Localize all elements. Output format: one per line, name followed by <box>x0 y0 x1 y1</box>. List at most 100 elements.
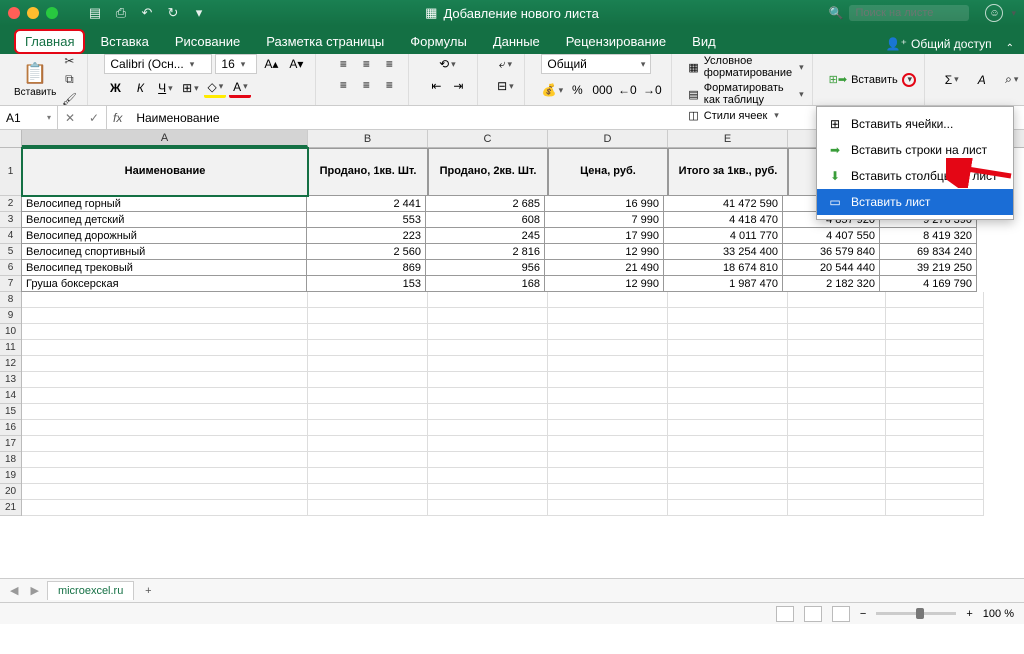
cell[interactable] <box>22 372 308 388</box>
cell[interactable] <box>428 340 548 356</box>
cell[interactable] <box>548 420 668 436</box>
row-header[interactable]: 7 <box>0 276 21 292</box>
percent-icon[interactable]: % <box>566 80 588 100</box>
decrease-font-icon[interactable]: A▾ <box>285 54 307 74</box>
number-format-select[interactable]: Общий▾ <box>541 54 651 74</box>
zoom-slider[interactable] <box>876 612 956 615</box>
cell[interactable] <box>788 420 886 436</box>
cell[interactable]: 16 990 <box>544 195 664 212</box>
cell[interactable] <box>668 420 788 436</box>
cell[interactable]: Велосипед дорожный <box>21 227 307 244</box>
cell[interactable] <box>428 404 548 420</box>
cell[interactable]: 2 560 <box>306 243 426 260</box>
cell[interactable] <box>428 436 548 452</box>
cell[interactable]: 869 <box>306 259 426 276</box>
tab-layout[interactable]: Разметка страницы <box>255 29 395 54</box>
zoom-in-icon[interactable]: + <box>966 608 972 620</box>
cell[interactable] <box>22 292 308 308</box>
comma-icon[interactable]: 000 <box>591 80 613 100</box>
customize-icon[interactable]: ▾ <box>192 6 206 20</box>
tab-view[interactable]: Вид <box>681 29 727 54</box>
cell[interactable]: 41 472 590 <box>663 195 783 212</box>
cell[interactable]: Груша боксерская <box>21 275 307 292</box>
cell[interactable]: 245 <box>425 227 545 244</box>
cell[interactable] <box>548 292 668 308</box>
cell[interactable]: 2 441 <box>306 195 426 212</box>
cell[interactable] <box>22 436 308 452</box>
row-header[interactable]: 6 <box>0 260 21 276</box>
sheet-nav-next-icon[interactable]: ▶ <box>26 584 42 597</box>
cell[interactable] <box>668 484 788 500</box>
sort-filter-icon[interactable]: А <box>971 70 993 90</box>
chevron-down-icon[interactable]: ▾ <box>1011 8 1016 19</box>
cell[interactable] <box>22 484 308 500</box>
currency-icon[interactable]: 💰▾ <box>541 80 563 100</box>
border-button[interactable]: ⊞▾ <box>179 78 201 98</box>
cell[interactable] <box>308 372 428 388</box>
cell[interactable] <box>22 452 308 468</box>
cell[interactable] <box>22 388 308 404</box>
cell[interactable]: Велосипед трековый <box>21 259 307 276</box>
insert-cells-item[interactable]: ⊞Вставить ячейки... <box>817 111 1013 137</box>
cell[interactable] <box>668 468 788 484</box>
row-header[interactable]: 11 <box>0 340 21 356</box>
cell[interactable] <box>308 324 428 340</box>
cell[interactable] <box>886 436 984 452</box>
cell[interactable]: Итого за 1кв., руб. <box>668 148 788 196</box>
cell[interactable] <box>668 292 788 308</box>
cell[interactable] <box>548 324 668 340</box>
zoom-out-icon[interactable]: − <box>860 608 866 620</box>
cell[interactable]: 223 <box>306 227 426 244</box>
col-header-e[interactable]: E <box>668 130 788 147</box>
cell[interactable] <box>668 452 788 468</box>
cancel-formula-icon[interactable]: ✕ <box>58 106 82 130</box>
add-sheet-button[interactable]: + <box>138 581 158 601</box>
cell[interactable] <box>428 484 548 500</box>
select-all-corner[interactable] <box>0 130 22 148</box>
cell[interactable] <box>886 420 984 436</box>
cell-styles-button[interactable]: ◫Стили ячеек▾ <box>688 108 778 123</box>
cell[interactable] <box>548 308 668 324</box>
close-window-button[interactable] <box>8 7 20 19</box>
view-pagebreak-icon[interactable] <box>832 606 850 622</box>
cell[interactable]: 608 <box>425 211 545 228</box>
cell[interactable]: Велосипед спортивный <box>21 243 307 260</box>
cell[interactable] <box>886 292 984 308</box>
row-header[interactable]: 10 <box>0 324 21 340</box>
cell[interactable] <box>886 452 984 468</box>
cell[interactable] <box>22 340 308 356</box>
cell[interactable] <box>22 324 308 340</box>
cell[interactable] <box>22 420 308 436</box>
undo-icon[interactable]: ↶ <box>140 6 154 20</box>
row-header[interactable]: 14 <box>0 388 21 404</box>
cell[interactable]: 39 219 250 <box>879 259 977 276</box>
cell[interactable] <box>428 324 548 340</box>
paste-button[interactable]: 📋 Вставить <box>14 61 56 98</box>
cell[interactable]: Велосипед детский <box>21 211 307 228</box>
cell[interactable] <box>548 452 668 468</box>
row-header[interactable]: 8 <box>0 292 21 308</box>
col-header-a[interactable]: A <box>22 130 308 147</box>
cell[interactable] <box>668 324 788 340</box>
cell[interactable] <box>788 372 886 388</box>
fill-color-button[interactable]: ◇▾ <box>204 78 226 98</box>
cell[interactable]: 1 987 470 <box>663 275 783 292</box>
cell[interactable]: Продано, 1кв. Шт. <box>308 148 428 196</box>
cell[interactable] <box>788 436 886 452</box>
merge-cells-icon[interactable]: ⊟▾ <box>494 76 516 96</box>
cell[interactable] <box>308 436 428 452</box>
col-header-b[interactable]: B <box>308 130 428 147</box>
cell[interactable] <box>886 484 984 500</box>
orientation-icon[interactable]: ⟲▾ <box>436 54 458 74</box>
cell[interactable] <box>22 404 308 420</box>
cell[interactable]: 8 419 320 <box>879 227 977 244</box>
cell[interactable] <box>886 404 984 420</box>
cell[interactable]: 2 182 320 <box>782 275 880 292</box>
cell[interactable]: 21 490 <box>544 259 664 276</box>
cell[interactable] <box>886 468 984 484</box>
cell[interactable] <box>308 420 428 436</box>
cell[interactable] <box>428 308 548 324</box>
cell[interactable] <box>22 356 308 372</box>
cell[interactable] <box>788 484 886 500</box>
cell[interactable] <box>428 452 548 468</box>
